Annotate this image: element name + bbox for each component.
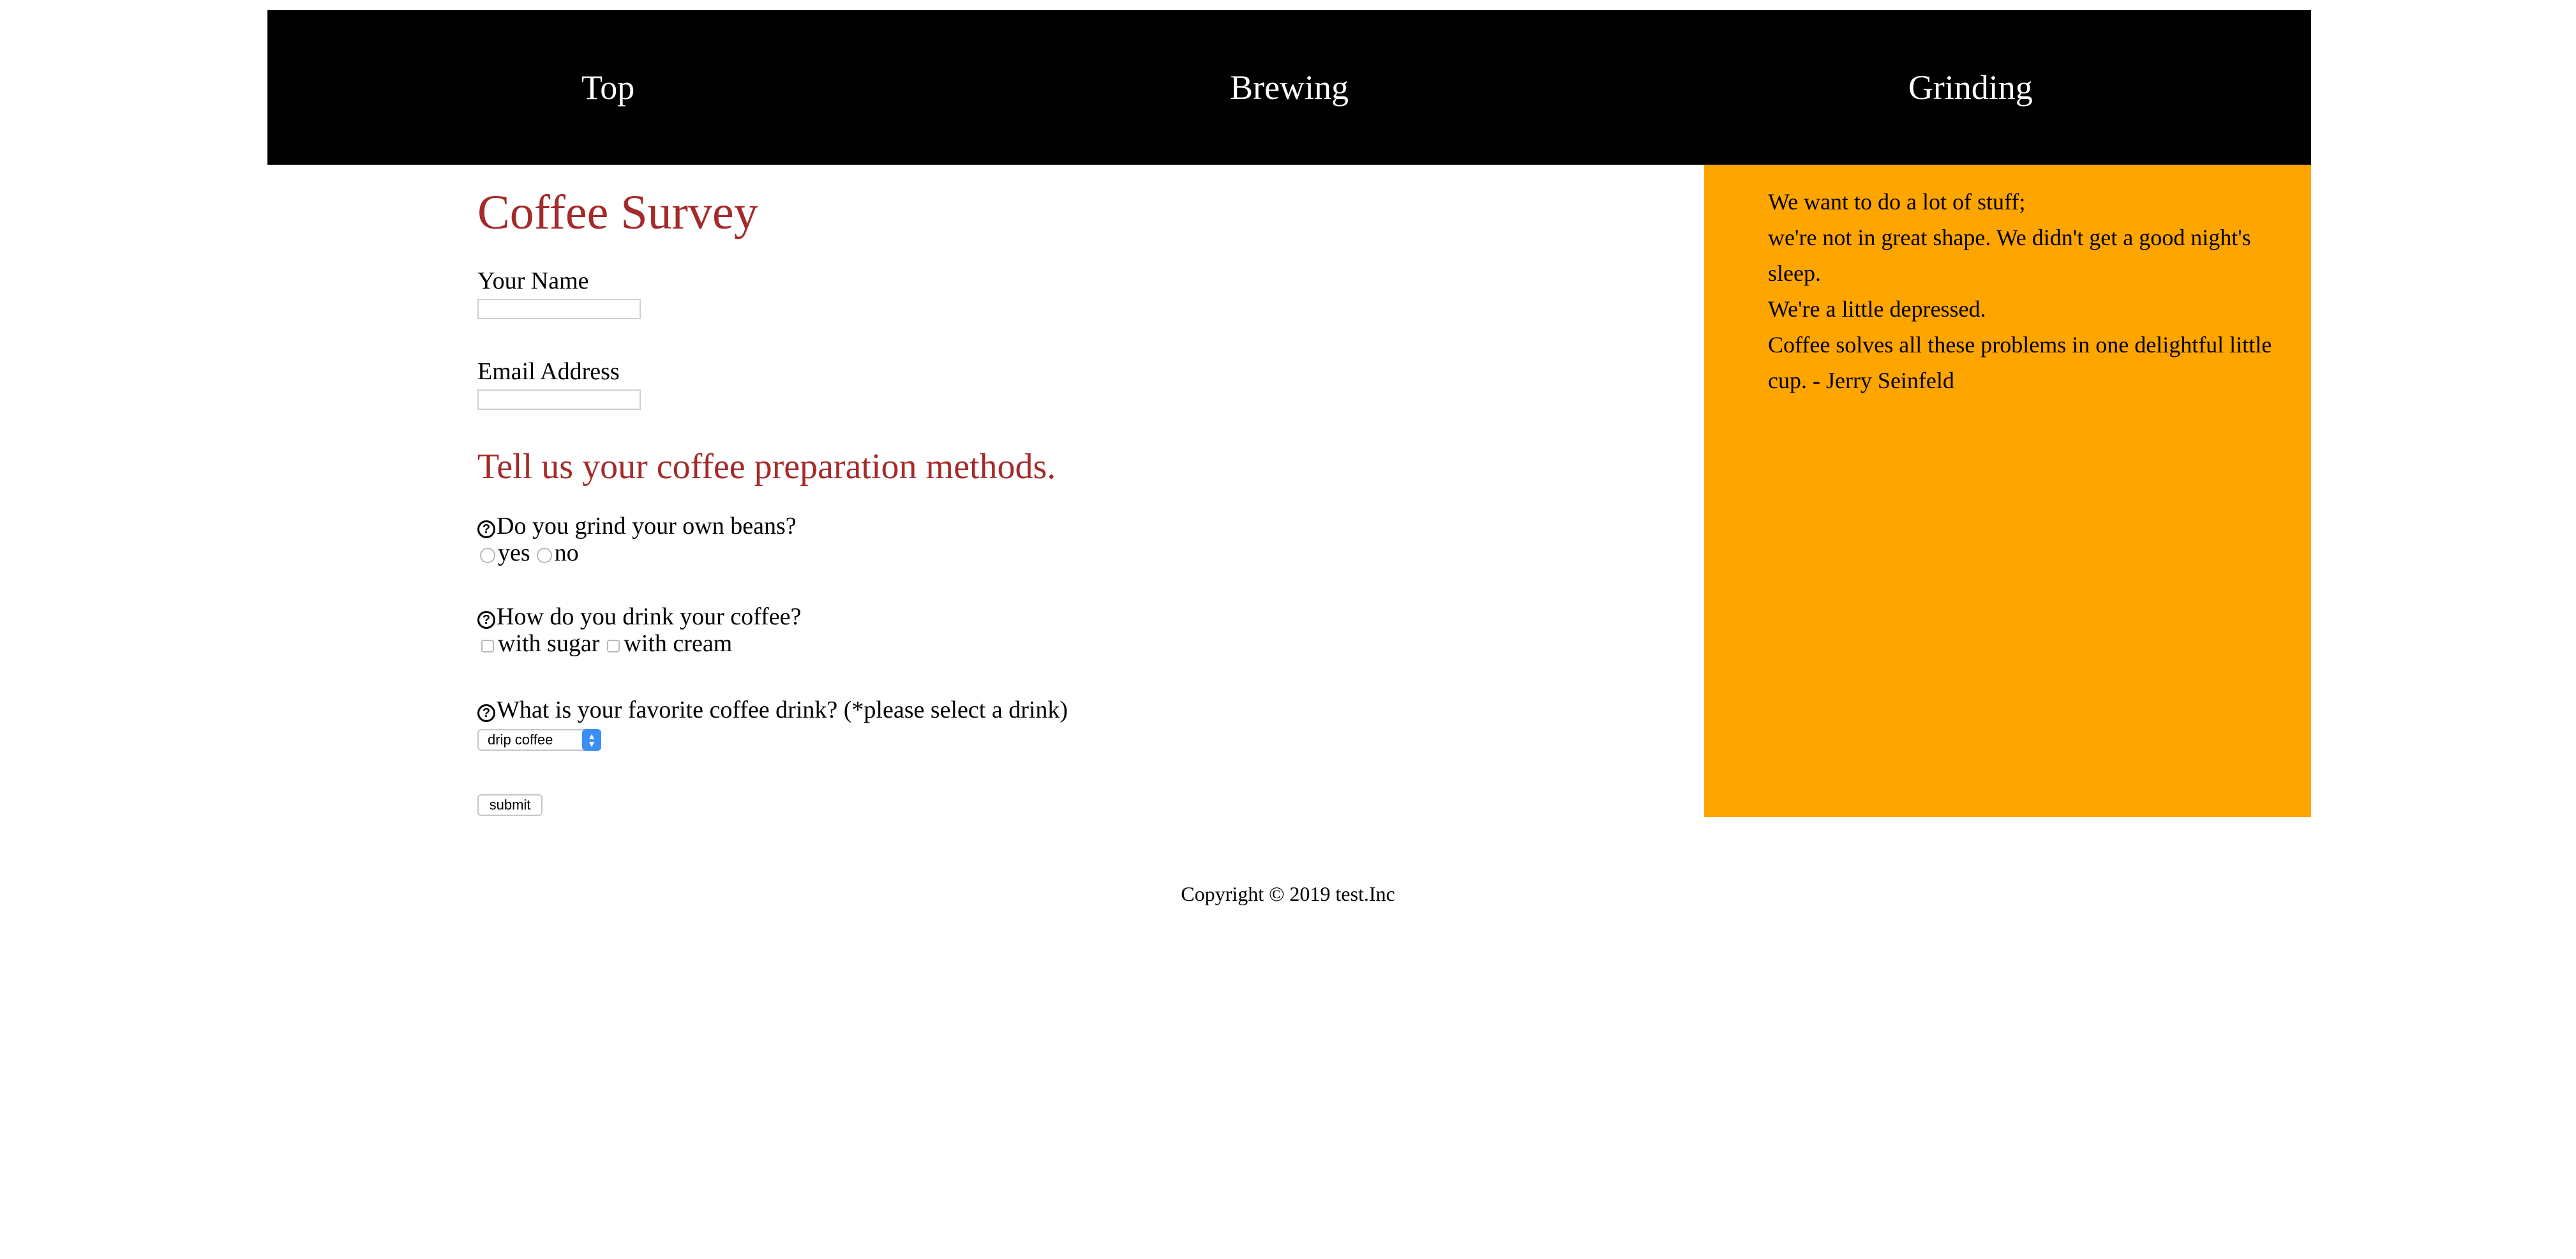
- page-title: Coffee Survey: [477, 186, 758, 239]
- chevron-updown-icon: ▲ ▼: [582, 729, 601, 751]
- footer-copyright: Copyright © 2019 test.Inc: [1181, 882, 1395, 905]
- drink-options: with sugar with cream: [477, 630, 736, 658]
- top-nav: Top Brewing Grinding: [267, 10, 2311, 165]
- checkbox-sugar-label: with sugar: [498, 630, 600, 657]
- question-drink: ? How do you drink your coffee?: [477, 603, 801, 631]
- nav-item-top[interactable]: Top: [267, 10, 948, 165]
- question-drink-text: How do you drink your coffee?: [497, 603, 802, 630]
- checkbox-cream[interactable]: [607, 640, 620, 652]
- nav-item-brewing[interactable]: Brewing: [948, 10, 1629, 165]
- favorite-drink-select[interactable]: drip coffee ▲ ▼: [477, 729, 601, 751]
- radio-no-label: no: [554, 539, 579, 566]
- radio-no[interactable]: [536, 548, 552, 563]
- nav-item-grinding[interactable]: Grinding: [1630, 10, 2311, 165]
- submit-button[interactable]: submit: [477, 794, 543, 816]
- question-circle-icon: ?: [477, 520, 495, 538]
- quote-line: we're not in great shape. We didn't get …: [1768, 225, 2251, 286]
- favorite-drink-selected: drip coffee: [488, 732, 553, 748]
- question-favorite-text: What is your favorite coffee drink?: [497, 697, 838, 723]
- question-circle-icon: ?: [477, 611, 495, 629]
- quote-line: We're a little depressed.: [1768, 296, 1986, 322]
- question-grind-text: Do you grind your own beans?: [497, 513, 797, 539]
- radio-yes-label: yes: [498, 539, 530, 566]
- quote-line: We want to do a lot of stuff;: [1768, 189, 2026, 215]
- section-heading: Tell us your coffee preparation methods.: [477, 447, 1056, 486]
- grind-options: yes no: [477, 539, 583, 567]
- name-label: Your Name: [477, 268, 589, 294]
- question-favorite-note: (*please select a drink): [843, 697, 1068, 723]
- question-grind: ? Do you grind your own beans?: [477, 512, 797, 540]
- email-field[interactable]: [477, 389, 641, 410]
- quote-text: We want to do a lot of stuff; we're not …: [1768, 184, 2304, 398]
- checkbox-cream-label: with cream: [624, 630, 733, 657]
- radio-yes[interactable]: [480, 548, 495, 563]
- checkbox-sugar[interactable]: [481, 640, 494, 652]
- question-circle-icon: ?: [477, 704, 495, 722]
- quote-sidebar: We want to do a lot of stuff; we're not …: [1704, 165, 2311, 817]
- quote-line: Coffee solves all these problems in one …: [1768, 332, 2272, 393]
- question-favorite: ? What is your favorite coffee drink? (*p…: [477, 696, 1068, 724]
- email-label: Email Address: [477, 358, 620, 385]
- name-field[interactable]: [477, 299, 641, 319]
- page: Top Brewing Grinding Coffee Survey Your …: [0, 0, 2576, 1259]
